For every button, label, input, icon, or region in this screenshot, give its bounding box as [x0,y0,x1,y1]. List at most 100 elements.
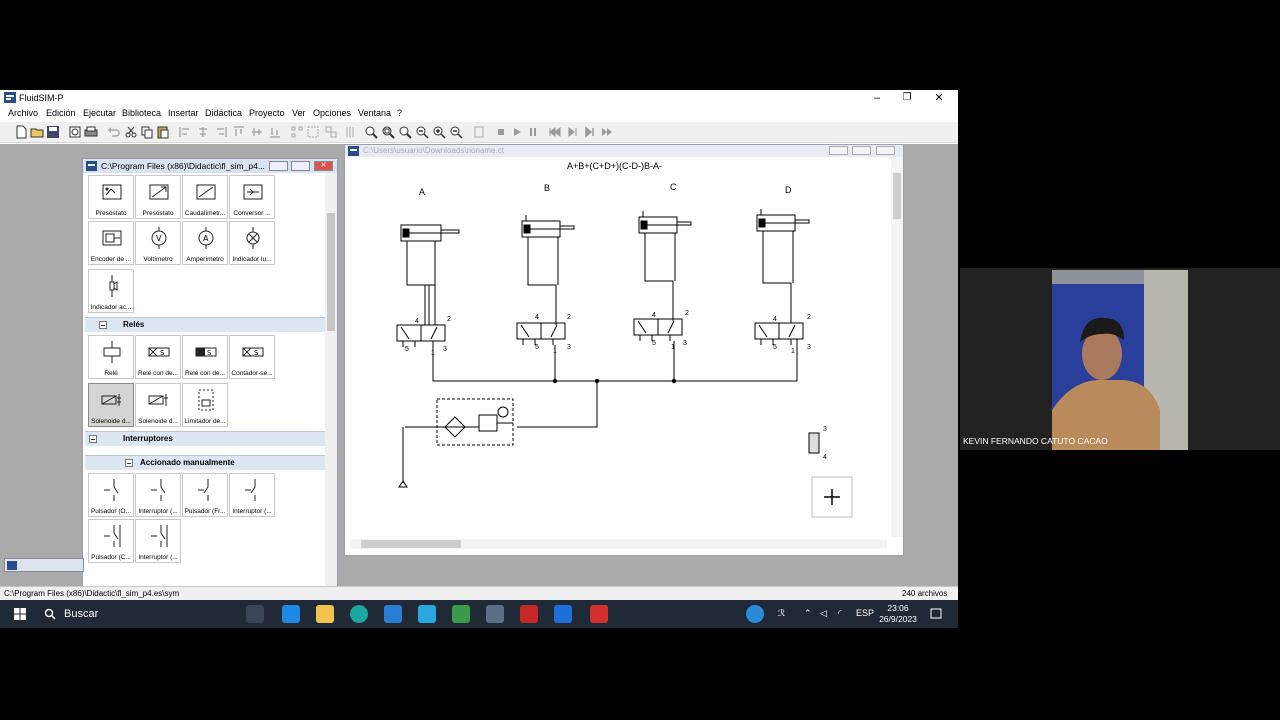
edge-browser-icon[interactable] [350,605,368,623]
task-view-icon[interactable] [246,605,264,623]
library-item-presostato-1[interactable]: Presóstato [88,175,134,219]
library-item-limitador[interactable]: Limitador de... [182,383,228,427]
valve-b[interactable] [516,322,566,345]
cylinder-b[interactable] [521,215,575,325]
stop-icon[interactable] [494,125,508,139]
library-item-rele-retardo-2[interactable]: S Relé con de... [182,335,228,379]
library-item-pulsador-fr[interactable]: Pulsador (Fr... [182,473,228,517]
zoom-app-icon[interactable] [554,605,572,623]
properties-icon[interactable] [344,125,358,139]
library-item-rele[interactable]: Relé [88,335,134,379]
minimized-window[interactable] [4,558,84,572]
windows-start-icon[interactable] [14,608,26,620]
help-icon[interactable] [746,605,764,623]
valve-d[interactable] [754,322,804,345]
cylinder-a[interactable] [400,224,460,325]
align-middle-icon[interactable] [250,125,264,139]
print-preview-icon[interactable] [68,125,82,139]
step-forward-icon[interactable] [583,125,597,139]
menu-biblioteca[interactable]: Biblioteca [122,108,161,118]
align-bottom-icon[interactable] [268,125,282,139]
notification-icon[interactable] [930,608,942,620]
close-button[interactable]: ✕ [924,90,954,106]
library-item-presostato-2[interactable]: Presóstato [135,175,181,219]
pause-icon[interactable] [526,125,540,139]
align-top-icon[interactable] [232,125,246,139]
library-item-indicador-luminoso[interactable]: Indicador lu... [229,221,275,265]
align-left-icon[interactable] [178,125,192,139]
menu-ejecutar[interactable]: Ejecutar [83,108,116,118]
library-item-interruptor-2[interactable]: Interruptor (... [229,473,275,517]
circuit-vscroll-thumb[interactable] [893,173,901,219]
library-item-contador[interactable]: S Contador-se... [229,335,275,379]
play-icon[interactable] [510,125,524,139]
zoom-fit-icon[interactable] [398,125,412,139]
dropbox-icon[interactable] [282,605,300,623]
menu-edicion[interactable]: Edición [46,108,76,118]
grid-icon[interactable] [290,125,304,139]
menu-archivo[interactable]: Archivo [8,108,38,118]
new-file-icon[interactable] [14,125,28,139]
library-scrollbar[interactable] [325,173,337,587]
cloud-app-icon[interactable] [418,605,436,623]
zoom-icon[interactable] [364,125,378,139]
menu-help[interactable]: ? [397,108,402,118]
library-item-pulsador-o[interactable]: Pulsador (O... [88,473,134,517]
reset-icon[interactable] [548,125,562,139]
cylinder-c[interactable] [638,211,692,321]
open-folder-icon[interactable] [30,125,44,139]
library-restore-button[interactable] [291,161,310,171]
category-reles[interactable]: Relés [85,317,325,332]
library-item-encoder[interactable]: Encoder de ... [88,221,134,265]
menu-insertar[interactable]: Insertar [168,108,199,118]
circuit-minimize-button[interactable] [829,146,848,155]
menu-ver[interactable]: Ver [292,108,306,118]
library-item-indicador-acustico[interactable]: Indicador ac... [88,269,134,313]
library-scroll-thumb[interactable] [327,213,335,331]
circuit-close-button[interactable] [876,146,895,155]
menu-proyecto[interactable]: Proyecto [249,108,285,118]
cylinder-d[interactable] [756,209,810,323]
menu-opciones[interactable]: Opciones [313,108,351,118]
zoom-out-icon[interactable] [449,125,463,139]
collapse-icon[interactable] [89,435,97,443]
circuit-hscroll-thumb[interactable] [361,540,461,548]
step-icon[interactable] [566,125,580,139]
copy-icon[interactable] [140,125,154,139]
cut-icon[interactable] [124,125,138,139]
circuit-restore-button[interactable] [852,146,871,155]
pdf-reader-icon[interactable] [590,605,608,623]
paste-icon[interactable] [156,125,170,139]
circuit-canvas[interactable]: A+B+(C+D+)(C-D-)B-A- A B C D 4 2 5 1 3 4… [349,157,887,537]
service-unit[interactable] [398,398,514,488]
library-item-interruptor-1[interactable]: Interruptor (... [135,473,181,517]
check-drawing-icon[interactable] [472,125,486,139]
library-close-button[interactable]: ✕ [314,161,333,171]
zoom-in-icon[interactable] [432,125,446,139]
circuit-vscroll[interactable] [891,157,903,537]
library-item-rele-retardo-1[interactable]: S Relé con de... [135,335,181,379]
library-item-interruptor-3[interactable]: Interruptor (... [135,519,181,563]
collapse-icon[interactable] [125,459,133,467]
taskbar-search[interactable]: Buscar [36,600,226,628]
maximize-button[interactable]: ❐ [892,90,922,106]
align-right-icon[interactable] [214,125,228,139]
library-item-amperimetro[interactable]: A Amperímetro [182,221,228,265]
minimize-button[interactable]: – [862,90,892,106]
volume-icon[interactable]: ◁ [820,608,827,619]
library-item-caudalimetro[interactable]: Caudalímetr... [182,175,228,219]
circuit-hscroll[interactable] [349,539,887,549]
clock[interactable]: 23:06 26/9/2023 [868,603,928,625]
valve-c[interactable] [633,318,683,341]
recorder-icon[interactable] [520,605,538,623]
menu-ventana[interactable]: Ventana [358,108,391,118]
network-icon[interactable]: ◜ [838,608,842,619]
library-item-voltimetro[interactable]: V Voltímetro [135,221,181,265]
people-icon[interactable]: ℛ [778,608,785,619]
manual-valve[interactable] [808,432,820,454]
move-icon[interactable] [824,489,840,505]
group-icon[interactable] [306,125,320,139]
zoom-previous-icon[interactable] [415,125,429,139]
library-item-solenoide-2[interactable]: Solenoide d... [135,383,181,427]
library-minimize-button[interactable] [269,161,288,171]
